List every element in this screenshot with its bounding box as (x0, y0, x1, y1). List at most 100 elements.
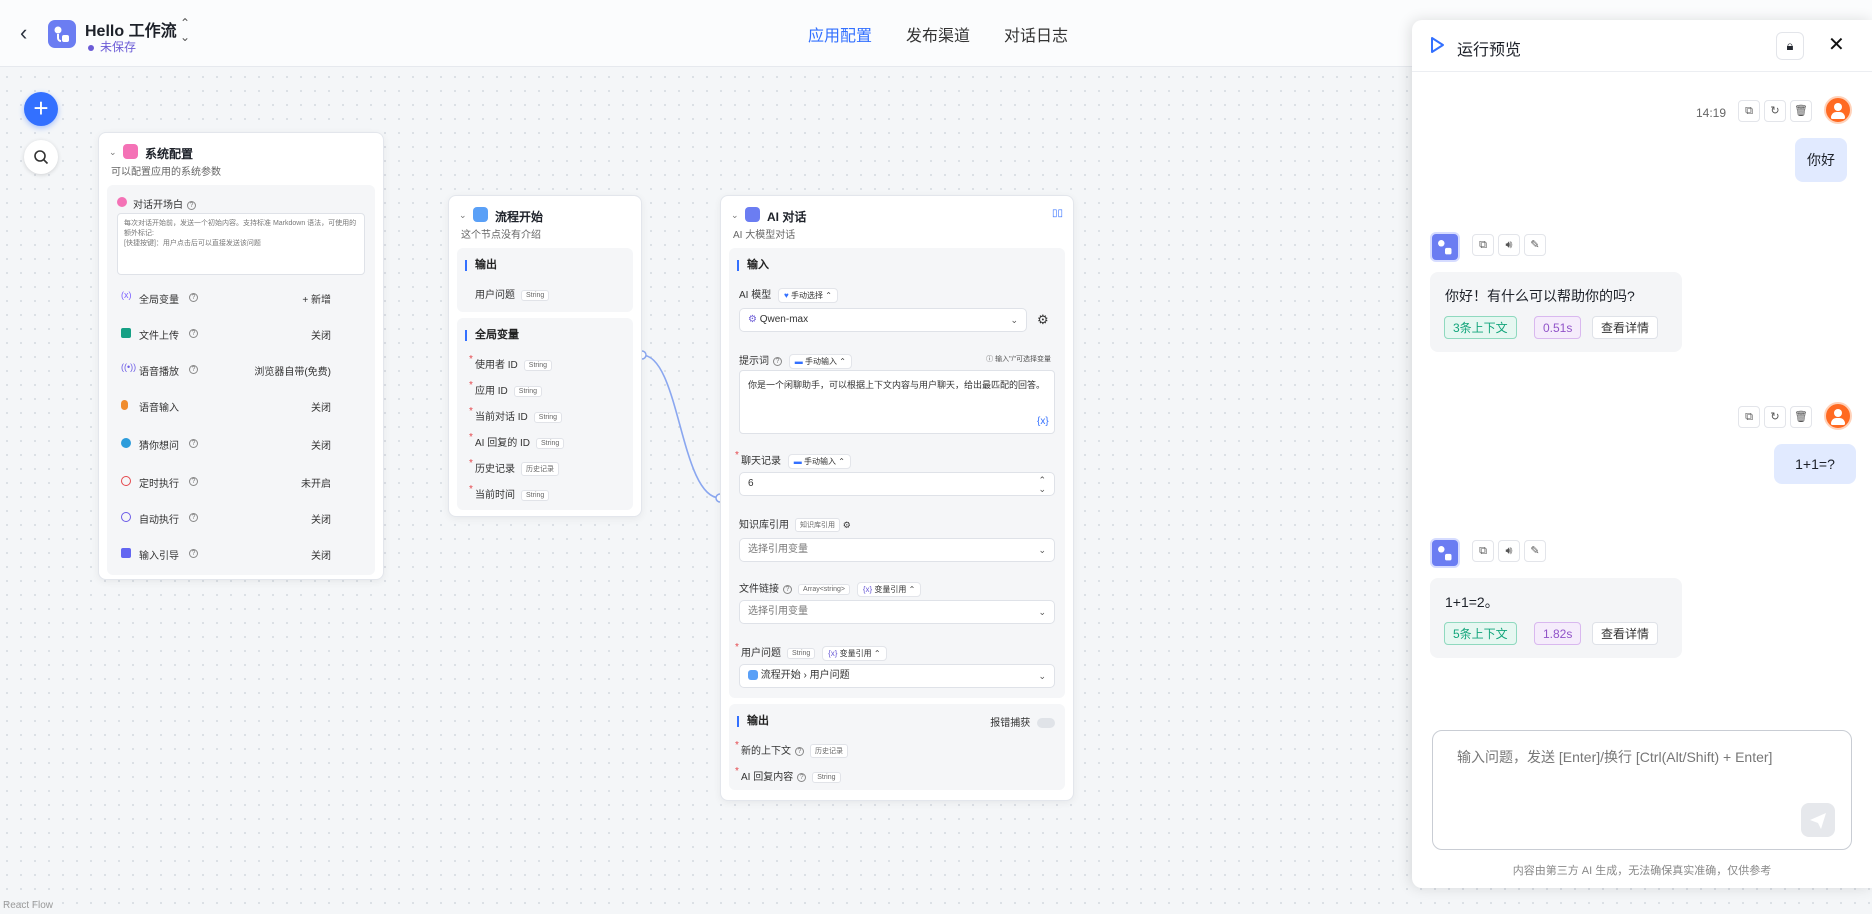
speaker-icon[interactable]: 🔊︎ (1498, 540, 1520, 562)
panel-header: 运行预览 🔒︎ ✕ (1412, 20, 1872, 72)
cfg-voice-input[interactable]: 语音输入 关闭 (121, 397, 331, 417)
kb-label: 知识库引用 知识库引用 ⚙ (739, 518, 851, 533)
history-count-input[interactable]: 6 ⌃ ⌄ (739, 472, 1055, 496)
cfg-auto-run[interactable]: 自动执行? 关闭 (121, 509, 331, 529)
play-icon (1431, 37, 1444, 53)
question-label: 用户问题 String {x} 变量引用 ⌃ (741, 644, 887, 661)
kb-select[interactable]: 选择引用变量 ⌄ (739, 538, 1055, 562)
flow-start-node[interactable]: ⌄ 流程开始 这个节点没有介绍 输出 用户问题 String 全局变量 * 使用者… (448, 195, 642, 517)
model-mode-select[interactable]: ♥ 手动选择 ⌃ (778, 288, 838, 303)
start-output-section: 输出 用户问题 String (457, 248, 633, 312)
context-count-chip[interactable]: 3条上下文 (1444, 316, 1517, 339)
node-desc: 这个节点没有介绍 (461, 230, 541, 241)
view-detail-button[interactable]: 查看详情 (1592, 316, 1659, 339)
bot-message: 你好！有什么可以帮助你的吗? 3条上下文 0.51s 查看详情 (1430, 272, 1682, 352)
bot-avatar (1430, 232, 1460, 262)
ai-robot-icon (745, 207, 760, 222)
global-item: 历史记录 历史记录 (475, 460, 559, 477)
global-item: AI 回复的 ID String (475, 434, 565, 449)
cfg-suggest-questions[interactable]: 猜你想问? 关闭 (121, 435, 331, 455)
chat-input[interactable] (1457, 747, 1847, 807)
cfg-voice-playback[interactable]: ((•)) 语音播放? 浏览器自带(免费) (121, 361, 331, 381)
file-label: 文件链接? Array<string> {x} 变量引用 ⌃ (739, 580, 922, 597)
question-mode-select[interactable]: {x} 变量引用 ⌃ (822, 646, 887, 661)
variable-picker-icon[interactable]: {x} (1037, 416, 1049, 427)
flow-start-icon (473, 207, 488, 222)
system-config-node[interactable]: ⌄ 系统配置 可以配置应用的系统参数 对话开场白? 每次对话开始前，发送一个初始… (98, 132, 384, 580)
question-select[interactable]: 流程开始 › 用户问题 ⌄ (739, 664, 1055, 688)
prompt-mode-select[interactable]: ▬ 手动输入 ⌃ (788, 354, 852, 369)
close-icon[interactable]: ✕ (1828, 32, 1845, 57)
cfg-global-vars[interactable]: (x) 全局变量? + 新增 (121, 289, 331, 309)
system-icon (123, 144, 138, 159)
system-config-section: 对话开场白? 每次对话开始前，发送一个初始内容。支持标准 Markdown 语法… (107, 185, 375, 575)
output-item: AI 回复内容? String (741, 768, 841, 783)
cfg-file-upload[interactable]: 文件上传? 关闭 (121, 325, 331, 345)
ai-input-section: 输入 AI 模型 ♥ 手动选择 ⌃ ⚙ Qwen-max ⌄ ⚙ 提示词? ▬ 手… (729, 248, 1065, 698)
global-item: 应用 ID String (475, 382, 543, 397)
collapse-icon[interactable]: ⌄ (459, 210, 467, 221)
book-icon[interactable]: ▯▯ (1052, 208, 1063, 219)
edit-icon[interactable]: ✎ (1524, 540, 1546, 562)
input-title: 输入 (737, 260, 769, 271)
cfg-input-guide[interactable]: 输入引导? 关闭 (121, 545, 331, 565)
model-select[interactable]: ⚙ Qwen-max ⌄ (739, 308, 1027, 332)
model-settings-gear-icon[interactable]: ⚙ (1037, 312, 1049, 328)
chat-input-box (1432, 730, 1852, 850)
prompt-hint: ⓘ 输入"/"可选择变量 (986, 356, 1051, 363)
cfg-scheduled-run[interactable]: 定时执行? 未开启 (121, 473, 331, 493)
welcome-textarea[interactable]: 每次对话开始前，发送一个初始内容。支持标准 Markdown 语法，可使用的额外… (117, 213, 365, 275)
collapse-icon[interactable]: ⌄ (731, 210, 739, 221)
bot-avatar (1430, 538, 1460, 568)
send-icon (1810, 813, 1826, 829)
message-time: 14:19 (1696, 106, 1727, 120)
copy-icon[interactable]: ⧉ (1472, 540, 1494, 562)
ai-output-section: 输出 报错捕获 * 新的上下文? 历史记录 * AI 回复内容? String (729, 704, 1065, 790)
history-label: 聊天记录 ▬ 手动输入 ⌃ (741, 452, 851, 469)
edit-icon[interactable]: ✎ (1524, 234, 1546, 256)
speaker-icon[interactable]: 🔊︎ (1498, 234, 1520, 256)
copy-icon[interactable]: ⧉ (1738, 406, 1760, 428)
file-mode-select[interactable]: {x} 变量引用 ⌃ (856, 582, 922, 597)
copy-icon[interactable]: ⧉ (1472, 234, 1494, 256)
ai-chat-node[interactable]: ⌄ AI 对话 AI 大模型对话 ▯▯ 输入 AI 模型 ♥ 手动选择 ⌃ ⚙ … (720, 195, 1074, 801)
output-item: 新的上下文? 历史记录 (741, 742, 848, 759)
node-title: AI 对话 (767, 210, 807, 224)
ai-disclaimer: 内容由第三方 AI 生成，无法确保真实准确，仅供参考 (1512, 865, 1772, 877)
panel-title: 运行预览 (1457, 42, 1522, 59)
user-message: 你好 (1795, 138, 1847, 182)
bot-message-text: 1+1=2。 (1445, 594, 1499, 610)
lock-icon[interactable]: 🔒︎ (1776, 32, 1804, 60)
delete-icon[interactable]: 🗑︎ (1790, 406, 1812, 428)
view-detail-button[interactable]: 查看详情 (1592, 622, 1659, 645)
model-label: AI 模型 ♥ 手动选择 ⌃ (739, 286, 838, 303)
bot-message-tools: ⧉ 🔊︎ ✎ (1472, 540, 1546, 562)
prompt-textarea[interactable]: 你是一个闲聊助手，可以根据上下文内容与用户聊天，给出最匹配的回答。 (739, 370, 1055, 434)
run-preview-panel: 运行预览 🔒︎ ✕ 14:19 ⧉ ↻ 🗑︎ 你好 ⧉ 🔊︎ ✎ 你好！有什么可以帮助你… (1412, 20, 1872, 888)
collapse-icon[interactable]: ⌄ (109, 147, 117, 158)
history-mode-select[interactable]: ▬ 手动输入 ⌃ (787, 454, 851, 469)
output-title: 输出 (737, 716, 769, 727)
catch-error-toggle[interactable]: 报错捕获 (990, 714, 1055, 729)
retry-icon[interactable]: ↻ (1764, 100, 1786, 122)
welcome-icon (117, 197, 127, 207)
welcome-label: 对话开场白? (133, 196, 196, 211)
file-select[interactable]: 选择引用变量 ⌄ (739, 600, 1055, 624)
retry-icon[interactable]: ↻ (1764, 406, 1786, 428)
send-button[interactable] (1801, 803, 1835, 837)
bot-message-tools: ⧉ 🔊︎ ✎ (1472, 234, 1546, 256)
copy-icon[interactable]: ⧉ (1738, 100, 1760, 122)
user-message-tools: ⧉ ↻ 🗑︎ (1738, 406, 1812, 428)
duration-chip: 1.82s (1534, 622, 1582, 645)
node-desc: 可以配置应用的系统参数 (111, 167, 221, 178)
node-desc: AI 大模型对话 (733, 230, 796, 241)
global-title: 全局变量 (465, 330, 519, 341)
global-item: 使用者 ID String (475, 356, 553, 371)
output-title: 输出 (465, 260, 497, 271)
context-count-chip[interactable]: 5条上下文 (1444, 622, 1517, 645)
delete-icon[interactable]: 🗑︎ (1790, 100, 1812, 122)
user-avatar (1824, 96, 1852, 124)
start-global-section: 全局变量 * 使用者 ID String * 应用 ID String * 当前对话… (457, 318, 633, 510)
user-message: 1+1=? (1774, 444, 1856, 484)
duration-chip: 0.51s (1534, 316, 1582, 339)
